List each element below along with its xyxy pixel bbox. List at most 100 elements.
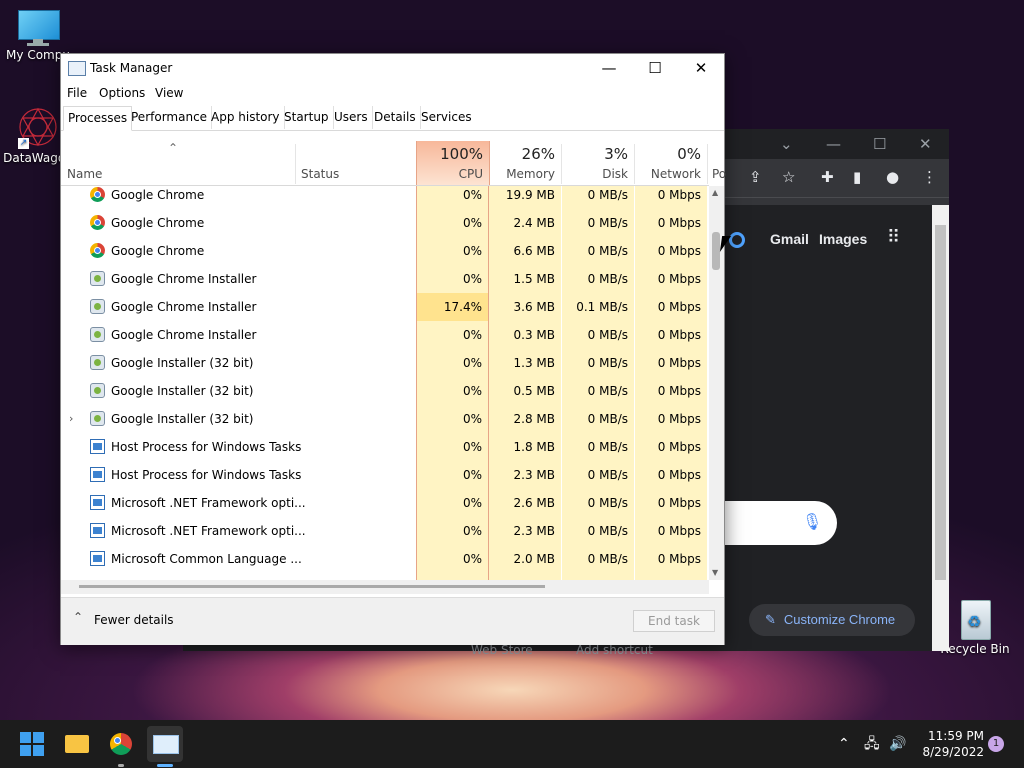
star-icon[interactable]: ☆ — [782, 168, 795, 186]
minimize-button[interactable]: — — [586, 54, 632, 84]
tab-app-history[interactable]: App history — [207, 106, 285, 129]
horizontal-scrollbar[interactable] — [61, 580, 709, 594]
shortcut-arrow-icon: ↗ — [18, 138, 29, 149]
column-header-status[interactable]: Status — [301, 167, 339, 181]
extensions-icon[interactable]: ✚ — [821, 168, 834, 186]
process-row[interactable]: Google Chrome 0% 2.4 MB 0 MB/s 0 Mbps — [61, 209, 709, 237]
process-row[interactable]: Google Chrome 0% 19.9 MB 0 MB/s 0 Mbps — [61, 186, 709, 209]
process-row[interactable]: Host Process for Windows Tasks 0% 1.8 MB 0 … — [61, 433, 709, 461]
chrome-scrollbar[interactable] — [932, 205, 949, 651]
scroll-down-arrow-icon[interactable]: ▼ — [712, 568, 718, 577]
process-cpu-value: 0% — [416, 349, 488, 377]
tab-bar: Processes Performance App history Startu… — [61, 106, 724, 131]
process-row[interactable]: Google Chrome Installer 17.4% 3.6 MB 0.1 MB… — [61, 293, 709, 321]
tab-details[interactable]: Details — [370, 106, 421, 129]
search-labs-icon[interactable] — [729, 232, 745, 248]
menu-file[interactable]: File — [67, 86, 87, 100]
vertical-scroll-thumb[interactable] — [712, 232, 720, 270]
customize-chrome-button[interactable]: ✎ Customize Chrome — [749, 604, 915, 636]
clock-date: 8/29/2022 — [922, 745, 984, 759]
process-disk-value: 0 MB/s — [562, 237, 634, 265]
process-row[interactable]: Google Chrome 0% 6.6 MB 0 MB/s 0 Mbps — [61, 237, 709, 265]
column-header-name[interactable]: Name — [67, 167, 102, 181]
chevron-up-icon[interactable]: ⌃ — [73, 610, 83, 624]
task-manager-window[interactable]: Task Manager — ☐ ✕ File Options View Pro… — [60, 53, 726, 645]
minimize-icon[interactable]: — — [826, 135, 841, 153]
process-row[interactable]: Microsoft .NET Framework opti... 0% 2.6 MB… — [61, 489, 709, 517]
process-row[interactable]: Google Installer (32 bit) 0% 0.5 MB 0 MB/s 0… — [61, 377, 709, 405]
process-memory-value: 2.8 MB — [489, 405, 561, 433]
process-list[interactable]: Google Chrome 0% 19.9 MB 0 MB/s 0 Mbps Google… — [61, 186, 709, 580]
maximize-icon[interactable]: ☐ — [873, 135, 886, 153]
images-link[interactable]: Images — [819, 231, 867, 247]
process-row[interactable]: Microsoft .NET Framework opti... 0% 2.3 MB… — [61, 517, 709, 545]
clock[interactable]: 11:59 PM 8/29/2022 — [914, 728, 984, 760]
apps-grid-icon[interactable]: ⠿ — [887, 227, 900, 248]
column-header-power[interactable]: Po — [712, 167, 726, 181]
expand-chevron-icon[interactable]: › — [69, 405, 73, 433]
column-header-network[interactable]: 0% Network — [635, 141, 707, 185]
process-row[interactable]: Host Process for Windows Tasks 0% 2.3 MB 0 … — [61, 461, 709, 489]
column-header-disk[interactable]: 3% Disk — [562, 141, 634, 185]
more-menu-icon[interactable]: ⋮ — [922, 168, 937, 186]
task-manager-icon — [153, 735, 179, 754]
task-manager-app-icon — [68, 61, 86, 76]
menu-view[interactable]: View — [155, 86, 183, 100]
process-network-value: 0 Mbps — [635, 517, 707, 545]
clock-time: 11:59 PM — [928, 729, 984, 743]
process-name: Microsoft Common Language ... — [111, 552, 302, 566]
process-cpu-value: 0% — [416, 489, 488, 517]
process-row[interactable]: Google Installer (32 bit) 0% 1.3 MB 0 MB/s 0… — [61, 349, 709, 377]
tab-processes[interactable]: Processes — [63, 106, 133, 131]
volume-icon[interactable]: 🔊 — [889, 720, 906, 768]
task-manager-taskbar-button[interactable] — [147, 726, 183, 767]
process-row[interactable]: Google Chrome Installer 0% 1.5 MB 0 MB/s 0 M… — [61, 265, 709, 293]
process-disk-value: 0 MB/s — [562, 489, 634, 517]
tab-users[interactable]: Users — [330, 106, 373, 129]
fewer-details-link[interactable]: Fewer details — [94, 613, 174, 627]
windows-logo-icon — [20, 732, 44, 756]
horizontal-scroll-thumb[interactable] — [79, 585, 545, 588]
start-button[interactable] — [14, 726, 50, 762]
chevron-down-icon[interactable]: ⌄ — [780, 135, 793, 153]
scroll-up-arrow-icon[interactable]: ▲ — [712, 188, 718, 197]
installer-icon — [90, 355, 105, 370]
process-network-value: 0 Mbps — [635, 489, 707, 517]
process-disk-value: 0.1 MB/s — [562, 293, 634, 321]
gmail-link[interactable]: Gmail — [770, 231, 809, 247]
process-row[interactable]: Microsoft Common Language ... 0% 2.0 MB 0 M… — [61, 545, 709, 573]
process-name: Google Chrome — [111, 244, 205, 258]
chrome-taskbar-button[interactable] — [103, 726, 139, 767]
process-row[interactable]: › Google Installer (32 bit) 0% 2.8 MB 0 MB/s… — [61, 405, 709, 433]
web-store-link[interactable]: Web Store — [471, 643, 533, 657]
end-task-button[interactable]: End task — [633, 610, 715, 632]
process-disk-value: 0 MB/s — [562, 186, 634, 209]
process-network-value: 0 Mbps — [635, 265, 707, 293]
process-row[interactable]: Google Chrome Installer 0% 0.3 MB 0 MB/s 0 M… — [61, 321, 709, 349]
column-header-memory[interactable]: 26% Memory — [489, 141, 561, 185]
process-disk-value: 0 MB/s — [562, 209, 634, 237]
add-shortcut-link[interactable]: Add shortcut — [576, 643, 653, 657]
menu-options[interactable]: Options — [99, 86, 145, 100]
chevron-up-tray-icon[interactable]: ⌃ — [838, 720, 850, 768]
process-name: Google Installer (32 bit) — [111, 412, 254, 426]
sort-chevron-up-icon[interactable]: ⌃ — [168, 141, 178, 155]
profile-icon[interactable]: ● — [886, 168, 899, 186]
side-panel-icon[interactable]: ▮ — [853, 168, 861, 186]
voice-search-icon[interactable]: 🎙 — [802, 512, 822, 531]
network-icon[interactable]: 🖧 — [864, 720, 880, 768]
tab-startup[interactable]: Startup — [280, 106, 334, 129]
close-icon[interactable]: ✕ — [919, 135, 932, 153]
column-header-cpu[interactable]: 100% CPU — [416, 141, 490, 185]
notification-badge[interactable]: 1 — [988, 736, 1004, 752]
tab-services[interactable]: Services — [417, 106, 476, 129]
close-button[interactable]: ✕ — [678, 54, 724, 84]
google-search-box[interactable]: 🎙 — [724, 501, 837, 545]
file-explorer-button[interactable] — [59, 726, 95, 762]
process-name: Microsoft .NET Framework opti... — [111, 524, 306, 538]
chrome-scroll-thumb[interactable] — [935, 225, 946, 580]
maximize-button[interactable]: ☐ — [632, 54, 678, 84]
status-bar: ⌃ Fewer details End task — [61, 597, 724, 645]
tab-performance[interactable]: Performance — [127, 106, 213, 129]
share-icon[interactable]: ⇪ — [749, 168, 762, 186]
